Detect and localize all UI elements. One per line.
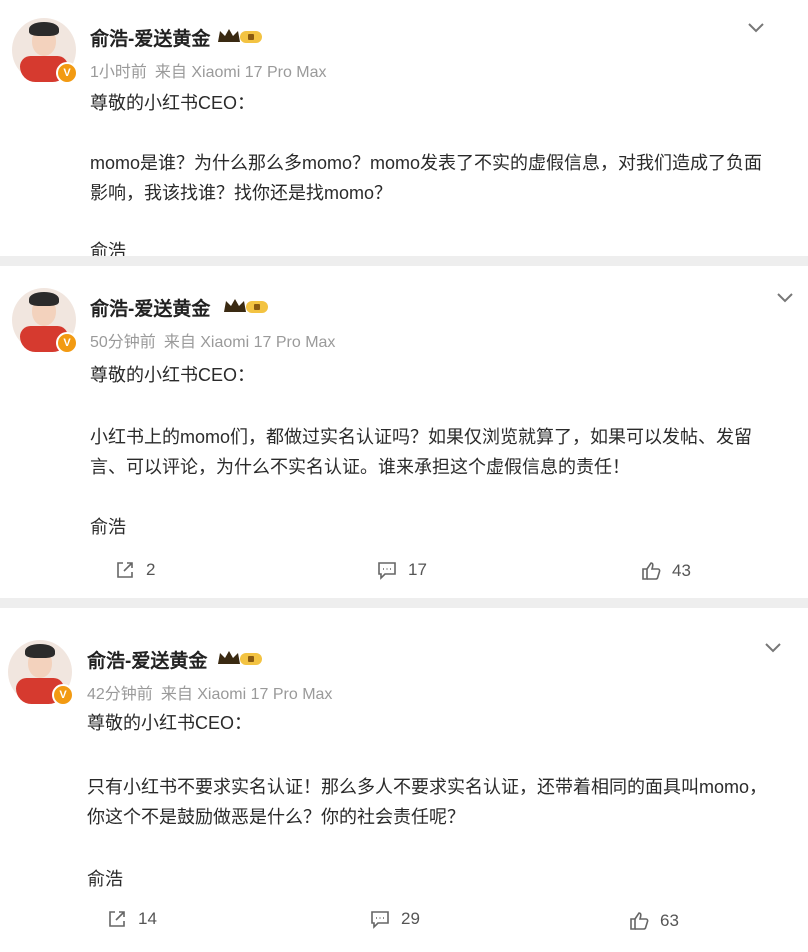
post-signature-cut: 俞浩 (90, 236, 150, 256)
repost-icon (117, 562, 133, 578)
avatar-hair (25, 644, 55, 658)
vip-crown-icon (218, 651, 262, 665)
verified-v-icon: V (56, 62, 78, 84)
post-card: V 俞浩-爱送黄金 50分钟前 来自 Xiaomi 17 Pro Max 尊敬的小… (0, 266, 808, 598)
post-body: 只有小红书不要求实名认证！那么多人不要求实名认证，还带着相同的面具叫momo，你… (87, 777, 768, 827)
post-time: 42分钟前 (87, 686, 153, 703)
post-time: 50分钟前 (90, 334, 156, 351)
post-signature: 俞浩 (87, 869, 123, 889)
post-source: 来自 Xiaomi 17 Pro Max (163, 334, 336, 351)
post-card: V 俞浩-爱送黄金 42分钟前 来自 Xiaomi 17 Pro Max 尊敬的小… (0, 608, 808, 952)
avatar[interactable]: V (12, 18, 78, 84)
vip-crown-icon (218, 29, 262, 43)
comment-count: 17 (408, 560, 427, 579)
repost-count: 2 (146, 560, 156, 579)
verified-v-icon: V (56, 332, 78, 354)
like-button[interactable]: 43 (640, 558, 691, 584)
avatar-hair (29, 292, 59, 306)
post-body: 小红书上的momo们，都做过实名认证吗？如果仅浏览就算了，如果可以发帖、发留言、… (90, 427, 753, 477)
vip-crown-icon (224, 299, 268, 313)
post-greeting: 尊敬的小红书CEO： (87, 713, 253, 733)
thumbs-up-icon (642, 562, 661, 580)
author-name[interactable]: 俞浩-爱送黄金 (90, 294, 210, 321)
post-card: V 俞浩-爱送黄金 1小时前 来自 Xiaomi 17 Pro Max 尊敬的小红… (0, 0, 808, 256)
repost-icon (109, 911, 125, 927)
like-button[interactable]: 63 (628, 908, 679, 934)
post-time: 1小时前 (90, 64, 147, 81)
post-greeting: 尊敬的小红书CEO： (90, 365, 256, 385)
post-meta: 1小时前 来自 Xiaomi 17 Pro Max (90, 58, 327, 82)
comment-icon (378, 562, 396, 580)
comment-count: 29 (401, 909, 420, 928)
comment-button[interactable]: 17 (376, 557, 427, 583)
post-meta: 42分钟前 来自 Xiaomi 17 Pro Max (87, 680, 332, 704)
post-greeting: 尊敬的小红书CEO： (90, 93, 256, 113)
repost-count: 14 (138, 909, 157, 928)
comment-button[interactable]: 29 (369, 906, 420, 932)
post-signature: 俞浩 (90, 241, 126, 256)
author-name[interactable]: 俞浩-爱送黄金 (87, 646, 207, 673)
repost-button[interactable]: 2 (114, 557, 155, 583)
verified-v-icon: V (52, 684, 74, 706)
like-count: 63 (660, 911, 679, 930)
post-meta: 50分钟前 来自 Xiaomi 17 Pro Max (90, 328, 335, 352)
avatar[interactable]: V (8, 640, 74, 706)
repost-button[interactable]: 14 (106, 906, 157, 932)
post-source: 来自 Xiaomi 17 Pro Max (160, 686, 333, 703)
post-body: momo是谁？为什么那么多momo？momo发表了不实的虚假信息，对我们造成了负… (90, 153, 763, 203)
author-name[interactable]: 俞浩-爱送黄金 (90, 24, 210, 51)
avatar-hair (29, 22, 59, 36)
post-signature: 俞浩 (90, 517, 126, 537)
chevron-down-icon[interactable] (747, 22, 765, 34)
like-count: 43 (672, 561, 691, 580)
chevron-down-icon[interactable] (764, 642, 782, 654)
thumbs-up-icon (630, 912, 649, 930)
chevron-down-icon[interactable] (776, 292, 794, 304)
avatar[interactable]: V (12, 288, 78, 354)
comment-icon (371, 911, 389, 929)
post-source: 来自 Xiaomi 17 Pro Max (154, 64, 327, 81)
